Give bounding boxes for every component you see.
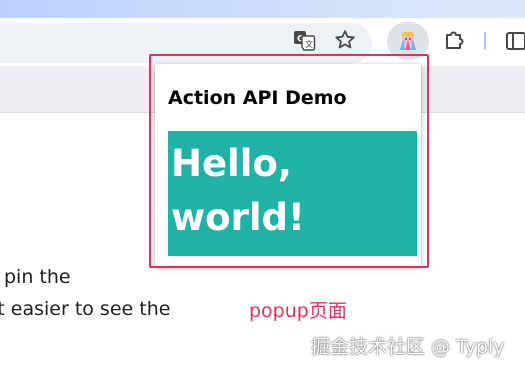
- tab-strip: [0, 0, 525, 18]
- page-text-line: pin the: [4, 266, 71, 288]
- bookmark-star-icon[interactable]: [333, 28, 357, 52]
- extension-avatar-icon: [400, 31, 416, 50]
- translate-icon[interactable]: G 文: [292, 28, 316, 52]
- extensions-puzzle-icon[interactable]: [441, 28, 467, 54]
- toolbar-divider: [484, 32, 486, 50]
- side-panel-icon[interactable]: [505, 30, 525, 52]
- watermark: 掘金技术社区 @ Typly: [311, 336, 505, 358]
- svg-text:文: 文: [305, 39, 313, 49]
- page-text-line: it easier to see the: [0, 298, 171, 320]
- popup-annotation-label: popup页面: [249, 300, 347, 322]
- popup-annotation-box: [149, 54, 429, 268]
